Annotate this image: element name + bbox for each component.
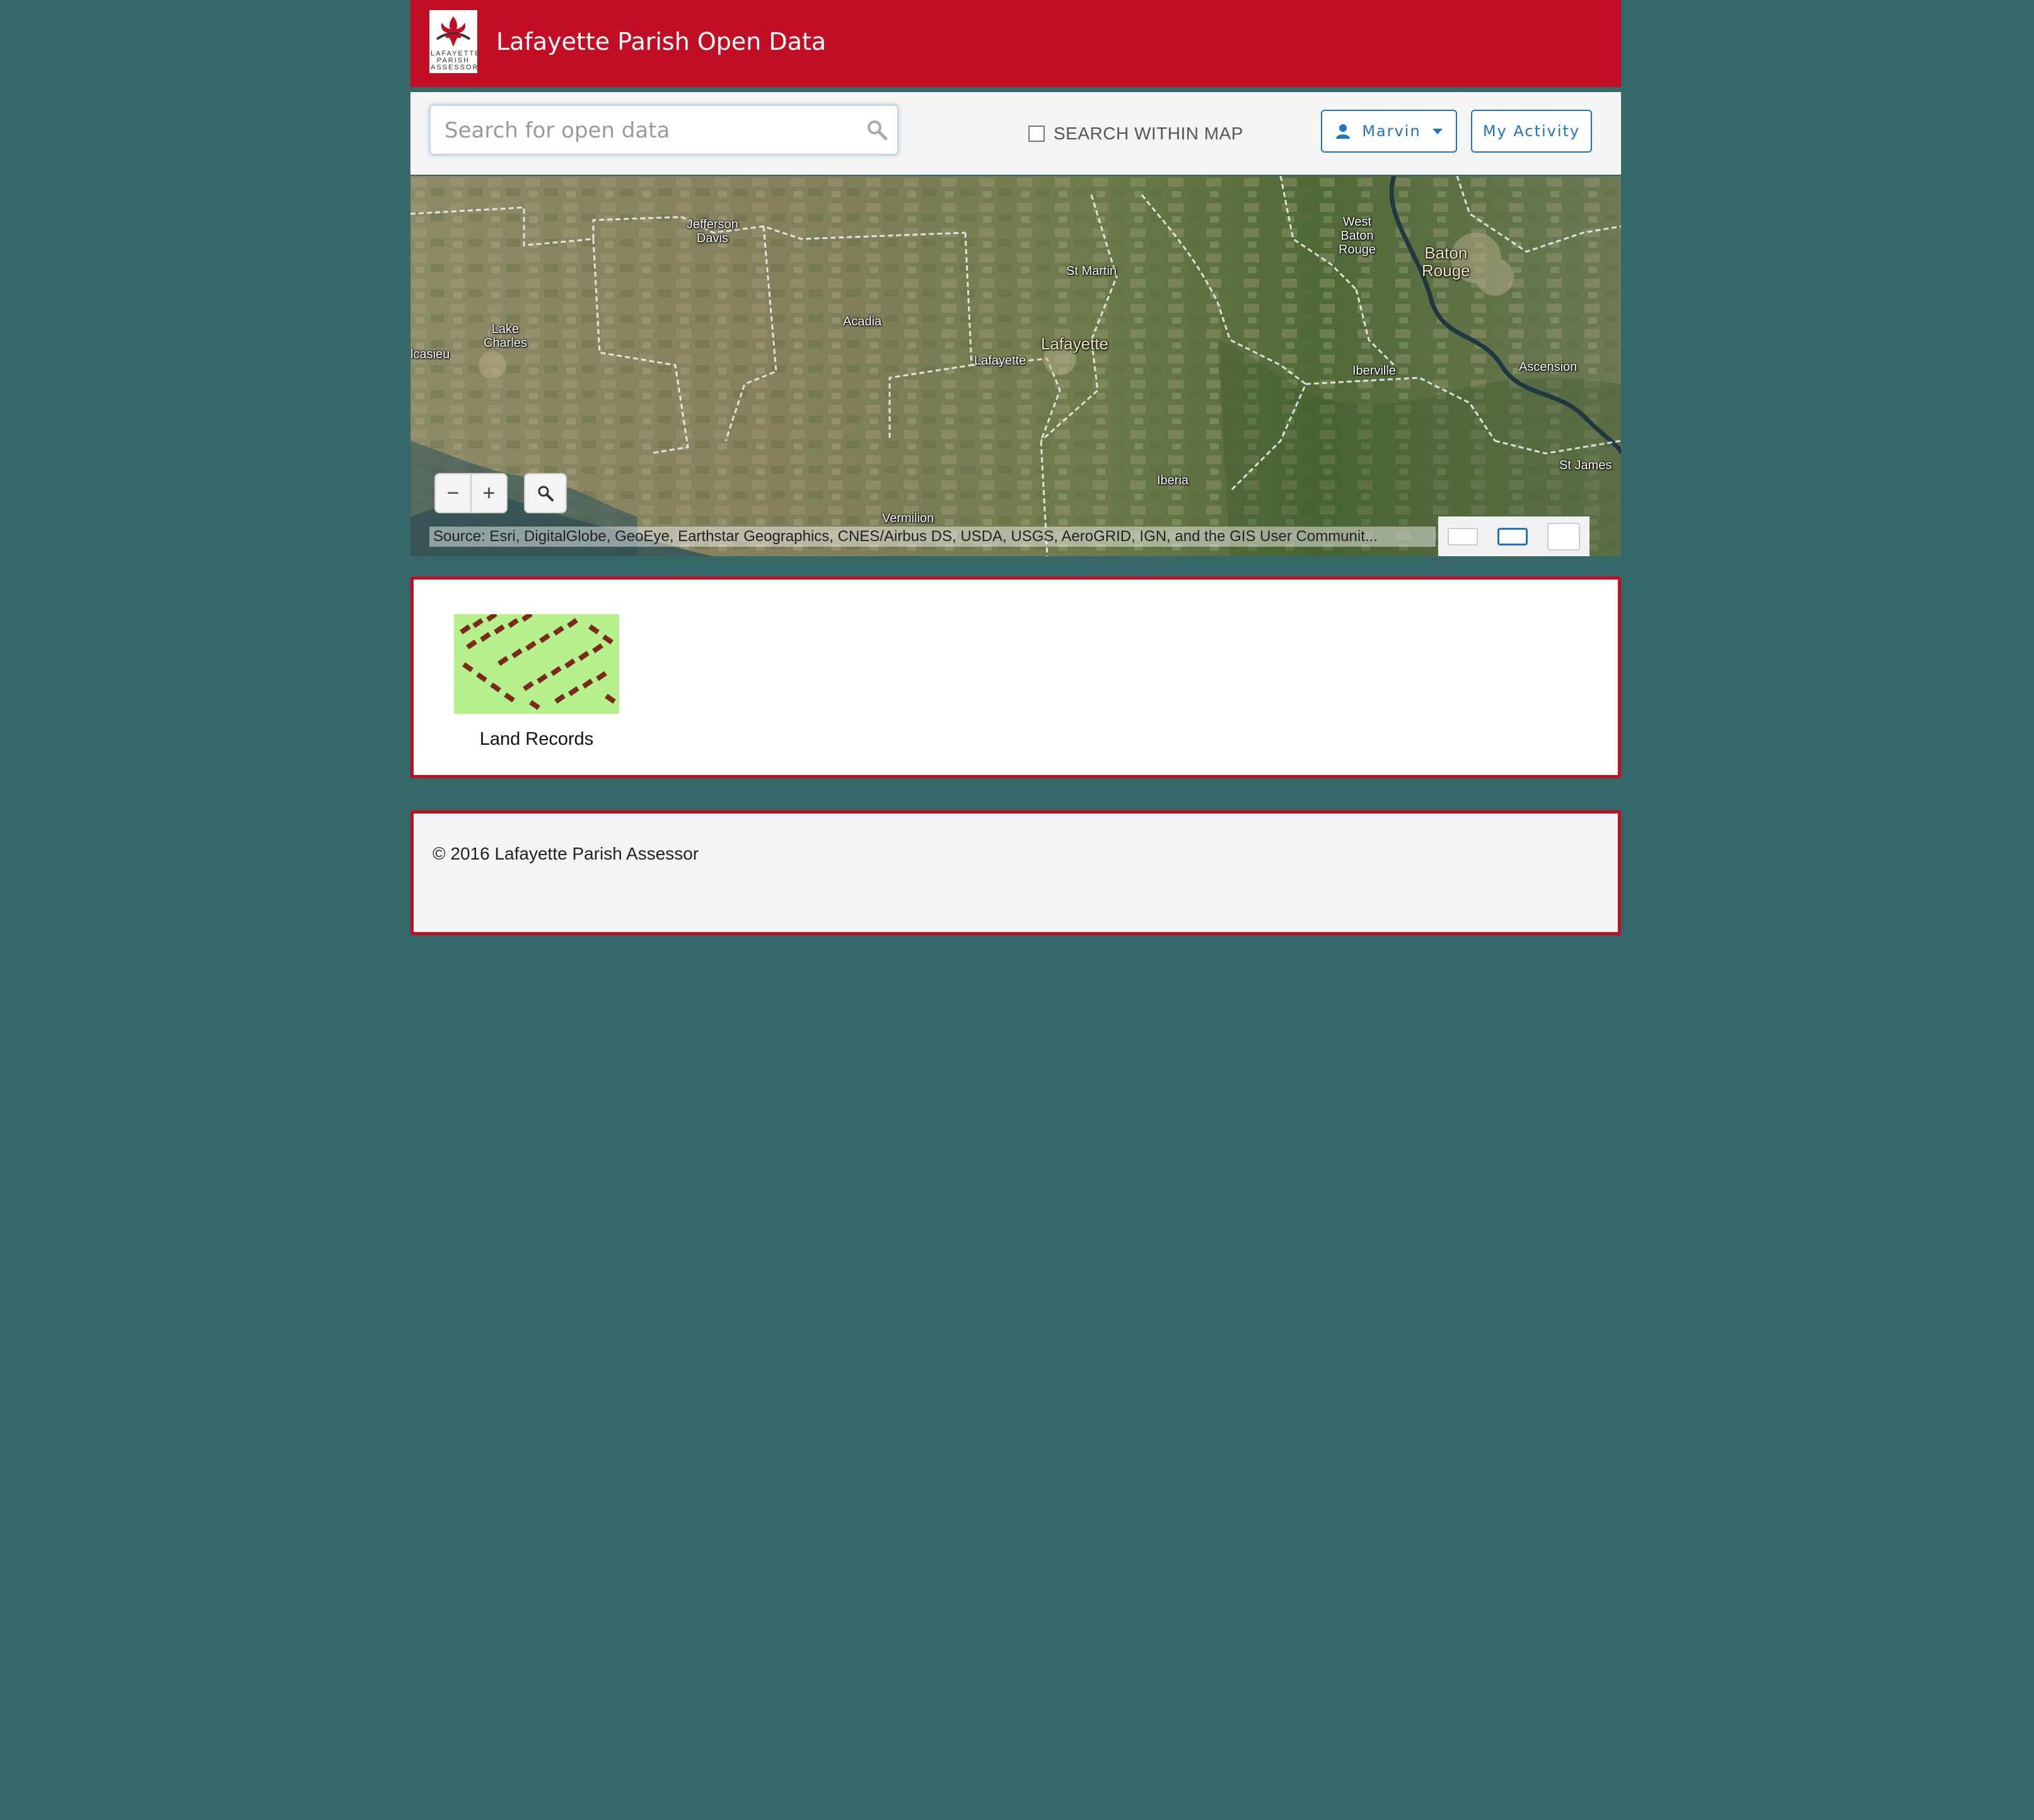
land-records-thumbnail[interactable] xyxy=(454,614,619,714)
user-menu-button[interactable]: Marvin xyxy=(1321,110,1457,153)
basemap-option-imagery[interactable] xyxy=(1497,527,1528,545)
map-view[interactable]: Jefferson Davis St Martin West Baton Rouge … xyxy=(410,176,1621,556)
search-box[interactable] xyxy=(429,105,898,155)
category-panel: Land Records xyxy=(410,576,1621,778)
zoom-out-button[interactable]: − xyxy=(436,474,472,512)
search-within-map-toggle[interactable]: SEARCH WITHIN MAP xyxy=(1028,121,1243,146)
search-icon xyxy=(538,486,554,501)
copyright-text: © 2016 Lafayette Parish Assessor xyxy=(433,844,699,863)
map-label-jefferson-davis: Jefferson Davis xyxy=(687,218,738,245)
map-attribution: Source: Esri, DigitalGlobe, GeoEye, Eart… xyxy=(429,527,1436,547)
map-label-iberville: Iberville xyxy=(1352,364,1396,378)
map-label-st-james: St James xyxy=(1559,458,1612,472)
search-within-map-label: SEARCH WITHIN MAP xyxy=(1054,124,1243,143)
map-label-lafayette-parish: Lafayette xyxy=(974,354,1026,368)
search-input[interactable] xyxy=(443,114,849,148)
user-icon xyxy=(1336,124,1351,139)
map-label-baton-rouge: Baton Rouge xyxy=(1422,243,1470,280)
map-label-lake-charles: Lake Charles xyxy=(484,322,527,350)
search-icon[interactable] xyxy=(866,119,888,141)
map-label-lafayette-city: Lafayette xyxy=(1041,334,1108,353)
search-toolbar: SEARCH WITHIN MAP Marvin My Activity xyxy=(410,92,1621,175)
chevron-down-icon xyxy=(1432,128,1443,134)
map-search-button[interactable] xyxy=(524,473,567,513)
logo-text-assessor: ASSESSOR xyxy=(431,64,479,71)
site-title[interactable]: Lafayette Parish Open Data xyxy=(496,28,826,55)
page-footer: © 2016 Lafayette Parish Assessor xyxy=(410,810,1621,935)
category-card-land-records[interactable]: Land Records xyxy=(451,614,622,750)
user-menu-label: Marvin xyxy=(1362,122,1421,140)
fleur-de-lis-icon xyxy=(433,14,474,49)
map-label-west-baton-rouge: West Baton Rouge xyxy=(1339,215,1376,257)
basemap-option-streets[interactable] xyxy=(1448,527,1479,545)
zoom-controls: − + xyxy=(434,473,508,513)
my-activity-button[interactable]: My Activity xyxy=(1471,110,1592,153)
zoom-in-button[interactable]: + xyxy=(472,474,506,512)
basemap-switcher xyxy=(1438,516,1589,556)
search-within-map-checkbox[interactable] xyxy=(1028,125,1045,142)
map-label-calcasieu: lcasieu xyxy=(410,347,450,361)
assessor-logo[interactable]: LAFAYETTE PARISH ASSESSOR xyxy=(429,10,480,73)
map-label-ascension: Ascension xyxy=(1519,360,1578,374)
category-card-label[interactable]: Land Records xyxy=(451,729,622,750)
map-label-iberia: Iberia xyxy=(1157,474,1189,487)
map-label-vermilion: Vermilion xyxy=(882,511,934,525)
map-label-acadia: Acadia xyxy=(843,315,882,329)
site-header: LAFAYETTE PARISH ASSESSOR Lafayette Pari… xyxy=(410,0,1621,87)
basemap-option-topo[interactable] xyxy=(1547,522,1580,551)
map-label-st-martin: St Martin xyxy=(1066,264,1117,278)
